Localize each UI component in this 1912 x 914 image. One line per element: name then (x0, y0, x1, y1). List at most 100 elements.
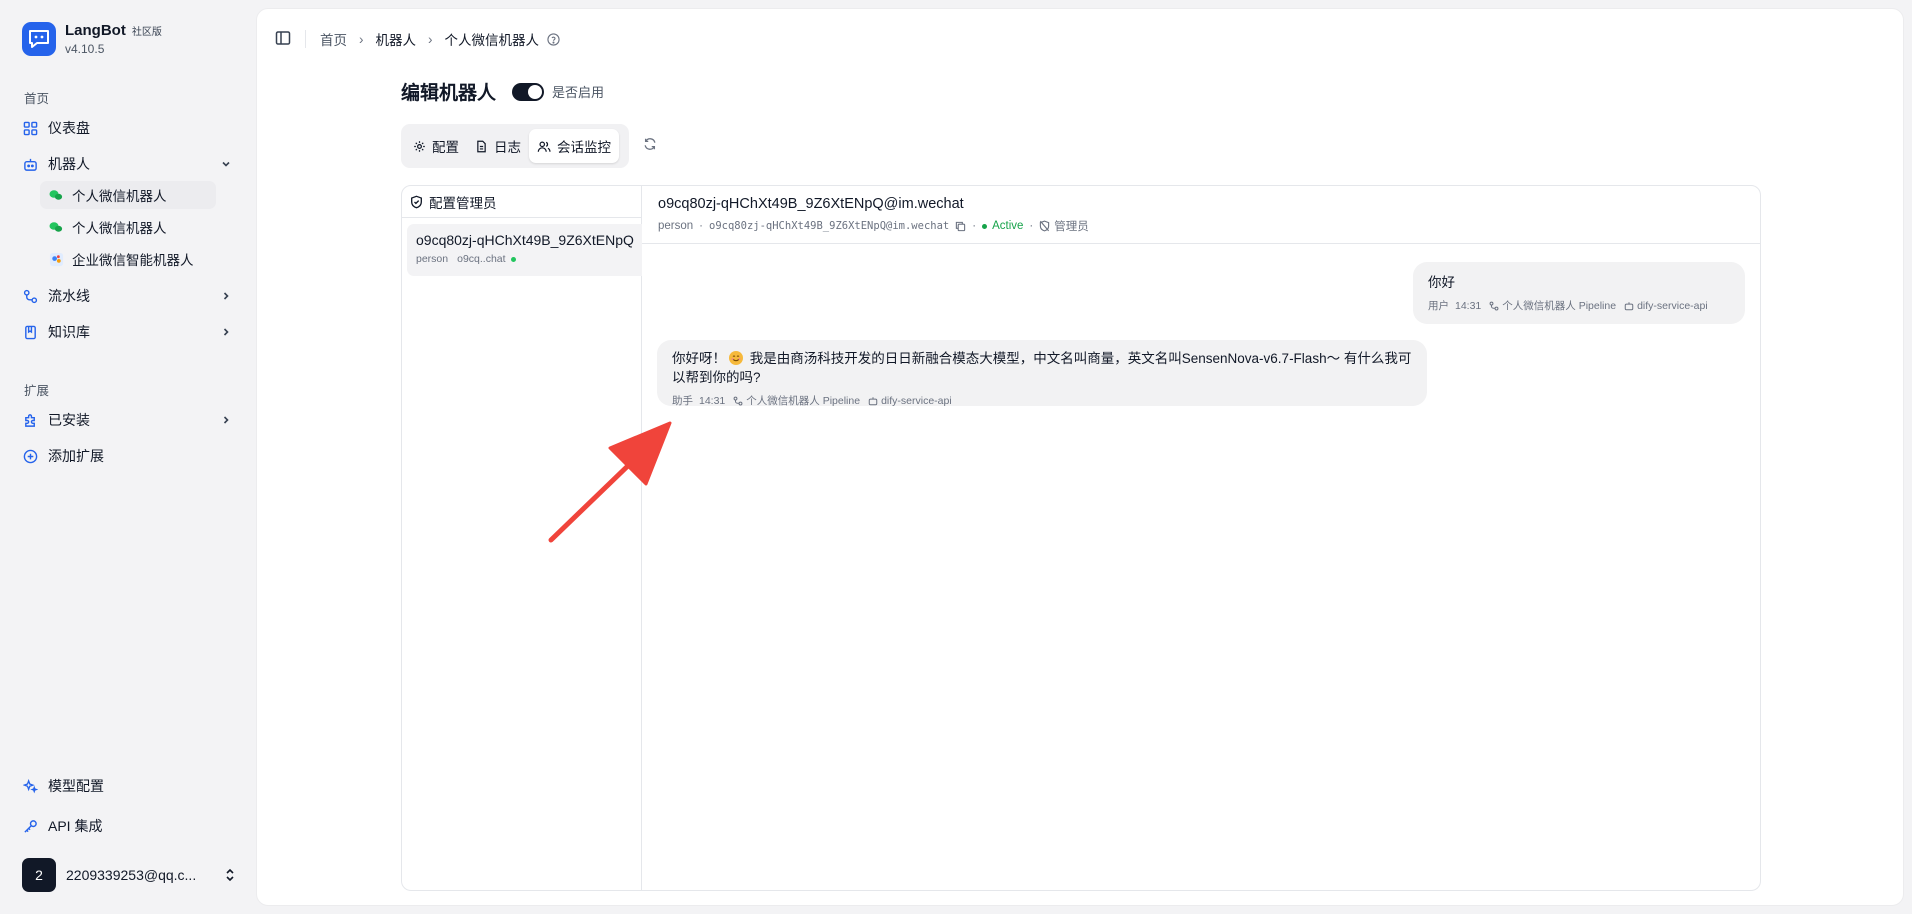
smile-emoji-icon (729, 351, 743, 365)
sidebar-item-add-extension[interactable]: 添加扩展 (20, 441, 236, 471)
sidebar-item-label: 已安装 (48, 412, 90, 428)
message-text-part: 你好呀！ (672, 351, 726, 366)
pipeline-chip: 个人微信机器人 Pipeline (1489, 298, 1616, 313)
session-short-id: o9cq..chat (457, 253, 506, 265)
conversation-view: o9cq80zj-qHChXt49B_9Z6XtENpQ@im.wechat p… (642, 186, 1760, 890)
sidebar: LangBot 社区版 v4.10.5 首页 仪表盘 机器人 个人微信机器人 个人… (0, 0, 256, 914)
conversation-title: o9cq80zj-qHChXt49B_9Z6XtENpQ@im.wechat (658, 196, 964, 212)
brand-name: LangBot (65, 22, 126, 39)
pipeline-chip: 个人微信机器人 Pipeline (733, 393, 860, 408)
chevron-right-icon[interactable] (220, 413, 232, 429)
app-window: LangBot 社区版 v4.10.5 首页 仪表盘 机器人 个人微信机器人 个人… (0, 0, 1912, 914)
session-title: o9cq80zj-qHChXt49B_9Z6XtENpQ (416, 232, 634, 248)
plus-circle-icon (20, 446, 40, 466)
brand-edition: 社区版 (131, 27, 162, 38)
sidebar-bot-item[interactable]: 企业微信智能机器人 (40, 245, 216, 273)
book-icon (20, 322, 40, 342)
tab-bar: 配置 日志 会话监控 (401, 124, 629, 168)
sidebar-item-pipelines[interactable]: 流水线 (20, 281, 236, 311)
tab-logs[interactable]: 日志 (467, 129, 529, 163)
sidebar-bot-item[interactable]: 个人微信机器人 (40, 213, 216, 241)
wecom-icon (48, 251, 64, 267)
session-list-title: 配置管理员 (429, 195, 497, 211)
chevron-right-icon: › (359, 31, 364, 47)
user-menu[interactable]: 2 2209339253@qq.c... (22, 858, 236, 892)
sidebar-item-bots[interactable]: 机器人 (20, 149, 236, 179)
pipeline-icon (733, 396, 743, 405)
pipeline-name: 个人微信机器人 Pipeline (1502, 300, 1617, 312)
sidebar-bot-label: 企业微信智能机器人 (72, 253, 194, 268)
sidebar-item-label: API 集成 (48, 818, 103, 834)
sidebar-bot-label: 个人微信机器人 (72, 221, 167, 236)
pipeline-name: 个人微信机器人 Pipeline (746, 395, 861, 407)
chevron-right-icon[interactable] (220, 325, 232, 341)
sidebar-item-knowledge[interactable]: 知识库 (20, 317, 236, 347)
chevrons-up-down-icon[interactable] (224, 867, 236, 888)
tab-config[interactable]: 配置 (405, 129, 467, 163)
dashboard-icon (20, 118, 40, 138)
divider (305, 30, 306, 48)
sidebar-item-api[interactable]: API 集成 (20, 811, 236, 841)
bot-icon (20, 154, 40, 174)
breadcrumb: 首页 › 机器人 › 个人微信机器人 (320, 29, 560, 49)
section-extensions-title: 扩展 (24, 384, 50, 398)
pipeline-icon (20, 286, 40, 306)
tab-label: 会话监控 (557, 140, 611, 155)
chevron-down-icon[interactable] (220, 157, 232, 173)
sidebar-item-installed[interactable]: 已安装 (20, 405, 236, 435)
shield-off-icon (1040, 220, 1050, 232)
message-assistant: 你好呀！ 我是由商汤科技开发的日日新融合模态大模型，中文名叫商量，英文名叫Sen… (657, 340, 1427, 408)
help-icon[interactable] (547, 32, 560, 46)
user-email: 2209339253@qq.c... (66, 867, 197, 883)
runner-name: dify-service-api (881, 394, 952, 407)
topbar: 首页 › 机器人 › 个人微信机器人 (275, 29, 560, 49)
sidebar-item-model-config[interactable]: 模型配置 (20, 771, 236, 801)
message-text: 你好呀！ 我是由商汤科技开发的日日新融合模态大模型，中文名叫商量，英文名叫Sen… (672, 349, 1417, 387)
sidebar-item-label: 仪表盘 (48, 120, 90, 136)
sidebar-item-label: 流水线 (48, 288, 90, 304)
tab-label: 配置 (432, 140, 459, 155)
enabled-label: 是否启用 (552, 85, 605, 100)
runner-name: dify-service-api (1637, 299, 1708, 312)
refresh-icon[interactable] (643, 137, 657, 156)
enabled-toggle[interactable] (512, 82, 545, 101)
annotation-arrow-icon (548, 421, 672, 543)
users-icon (537, 141, 551, 152)
breadcrumb-home[interactable]: 首页 (320, 29, 347, 49)
wechat-icon (48, 187, 64, 203)
sidebar-bot-label: 个人微信机器人 (72, 189, 167, 204)
runner-chip: dify-service-api (1624, 300, 1708, 312)
sidebar-item-label: 知识库 (48, 324, 90, 340)
file-icon (477, 140, 486, 152)
admin-indicator: 管理员 (1039, 218, 1089, 234)
main-panel: 首页 › 机器人 › 个人微信机器人 编辑机器人 是否启用 配置 日志 会话监控… (256, 8, 1904, 906)
message-time: 14:31 (699, 394, 726, 407)
breadcrumb-bots[interactable]: 机器人 (376, 29, 417, 49)
message-text: 你好 (1428, 275, 1455, 290)
sidebar-toggle-icon[interactable] (275, 30, 291, 49)
message-sender: 助手 (672, 395, 693, 407)
sparkles-icon (20, 776, 40, 796)
session-item[interactable]: o9cq80zj-qHChXt49B_9Z6XtENpQ person o9cq… (407, 224, 642, 276)
bot-icon (1624, 301, 1634, 310)
sidebar-bot-item[interactable]: 个人微信机器人 (40, 181, 216, 209)
sidebar-item-dashboard[interactable]: 仪表盘 (20, 113, 236, 143)
message-sender: 用户 (1428, 300, 1449, 312)
pipeline-icon (1489, 301, 1499, 310)
gear-icon (414, 140, 425, 152)
sidebar-item-label: 机器人 (48, 156, 90, 172)
title-row: 编辑机器人 是否启用 (401, 78, 604, 105)
conversation-id: o9cq80zj-qHChXt49B_9Z6XtENpQ@im.wechat (709, 220, 950, 232)
status-badge: Active (982, 220, 1023, 232)
tab-session-monitor[interactable]: 会话监控 (529, 129, 619, 163)
brand[interactable]: LangBot 社区版 v4.10.5 (22, 22, 162, 56)
bot-icon (868, 396, 878, 405)
session-type: person (416, 253, 449, 265)
status-text: Active (992, 220, 1024, 232)
admin-label: 管理员 (1054, 221, 1089, 233)
message-user: 你好 用户 14:31 个人微信机器人 Pipeline dify-servic… (1413, 262, 1745, 324)
session-list-header: 配置管理员 (402, 186, 641, 218)
copy-icon[interactable] (955, 221, 966, 232)
chevron-right-icon[interactable] (220, 289, 232, 305)
brand-version: v4.10.5 (65, 42, 105, 56)
